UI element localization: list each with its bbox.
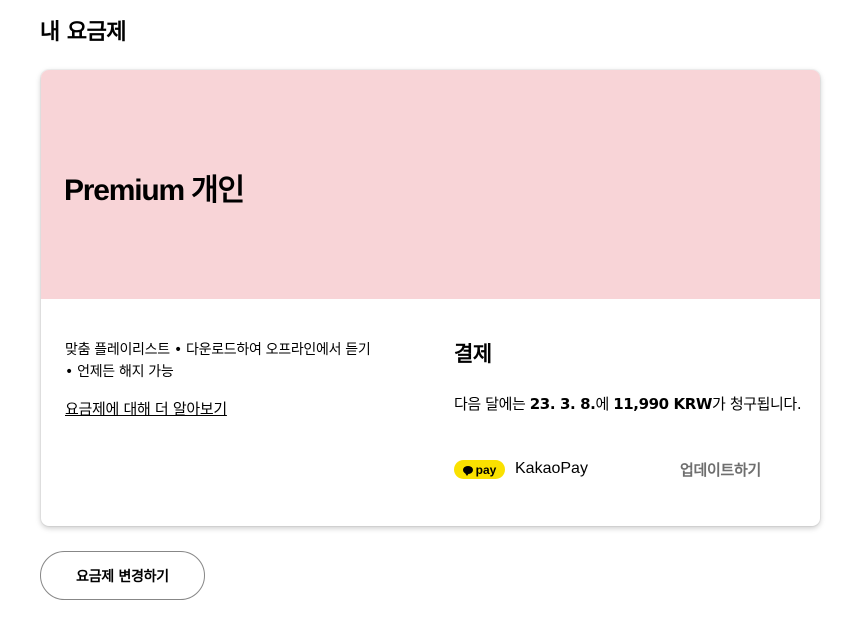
plan-features-line: 맞춤 플레이리스트 • 다운로드하여 오프라인에서 듣기 <box>65 342 371 358</box>
plan-hero-banner: Premium 개인 <box>41 70 820 299</box>
plan-card: Premium 개인 맞춤 플레이리스트 • 다운로드하여 오프라인에서 듣기 … <box>41 70 820 526</box>
my-plan-page: 내 요금제 Premium 개인 맞춤 플레이리스트 • 다운로드하여 오프라인… <box>0 0 865 632</box>
billing-mid: 에 <box>595 395 614 413</box>
billing-suffix: 가 청구됩니다. <box>712 395 802 413</box>
kakaopay-logo: pay <box>454 460 505 479</box>
kakaopay-badge-text: pay <box>475 462 497 477</box>
billing-amount: 11,990 KRW <box>613 395 713 413</box>
page-title: 내 요금제 <box>40 20 127 45</box>
learn-more-link[interactable]: 요금제에 대해 더 알아보기 <box>65 398 227 419</box>
payment-method-row: pay KakaoPay 업데이트하기 <box>454 458 794 482</box>
update-payment-link[interactable]: 업데이트하기 <box>680 459 761 480</box>
billing-date: 23. 3. 8. <box>529 395 596 413</box>
payment-title: 결제 <box>454 342 492 366</box>
billing-info: 다음 달에는 23. 3. 8.에 11,990 KRW가 청구됩니다. <box>454 393 802 414</box>
change-plan-button[interactable]: 요금제 변경하기 <box>40 551 205 600</box>
payment-method-name: KakaoPay <box>515 460 588 477</box>
billing-prefix: 다음 달에는 <box>454 395 530 413</box>
plan-name: Premium 개인 <box>64 174 245 207</box>
plan-features: 맞춤 플레이리스트 • 다운로드하여 오프라인에서 듣기 • 언제든 해지 가능 <box>65 339 425 383</box>
kakao-speech-bubble-icon <box>462 465 473 476</box>
plan-features-line: • 언제든 해지 가능 <box>65 364 174 380</box>
